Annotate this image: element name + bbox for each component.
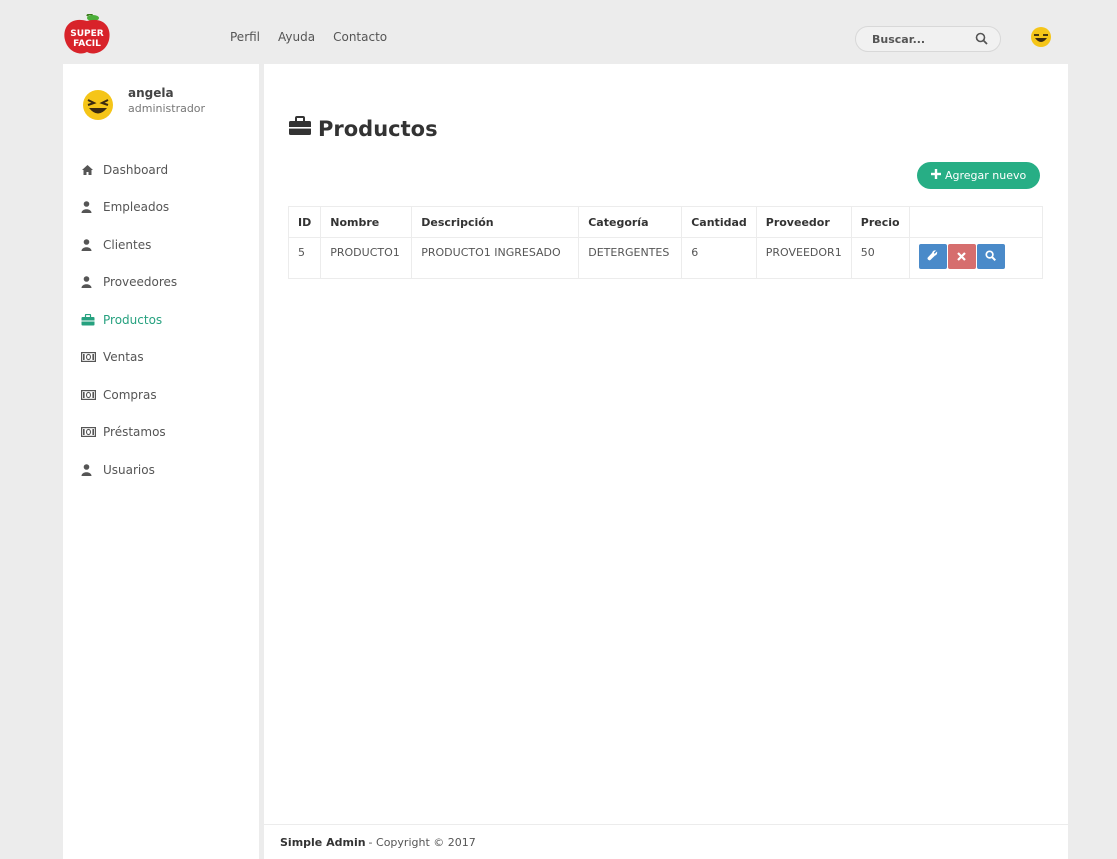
column-header: Nombre: [320, 206, 413, 238]
user-icon: [81, 201, 99, 214]
sidebar-item-label: Clientes: [103, 237, 152, 252]
money-icon: [81, 427, 99, 438]
svg-text:FACIL: FACIL: [73, 39, 101, 49]
search-icon: [985, 249, 997, 264]
column-header: Descripción: [411, 206, 580, 238]
top-bar: SUPER FACIL Perfil Ayuda Contacto: [0, 0, 1117, 64]
footer-copyright: - Copyright © 2017: [368, 835, 476, 849]
top-nav-perfil[interactable]: Perfil: [230, 30, 260, 44]
sidebar-item-compras[interactable]: Compras: [81, 376, 251, 414]
search-icon[interactable]: [975, 32, 988, 48]
column-header: Proveedor: [755, 206, 852, 238]
sidebar-item-ventas[interactable]: Ventas: [81, 339, 251, 377]
sidebar-item-dashboard[interactable]: Dashboard: [81, 151, 251, 189]
page-title-text: Productos: [318, 116, 438, 141]
sidebar-item-label: Productos: [103, 312, 163, 327]
sidebar-item-label: Ventas: [103, 350, 144, 365]
footer-brand: Simple Admin: [280, 835, 366, 849]
sidebar-menu: Dashboard Empleados Clientes Proveedores…: [81, 151, 251, 489]
user-role: administrador: [128, 102, 206, 115]
sidebar-item-label: Préstamos: [103, 425, 166, 440]
sidebar-item-label: Empleados: [103, 200, 170, 215]
money-icon: [81, 352, 99, 363]
sidebar-item-label: Compras: [103, 387, 157, 402]
briefcase-icon: [81, 313, 99, 326]
view-button[interactable]: [976, 244, 1005, 269]
user-icon: [81, 238, 99, 251]
laughing-face-icon: [81, 88, 115, 125]
sidebar-item-empleados[interactable]: Empleados: [81, 189, 251, 227]
column-header: ID: [287, 206, 322, 238]
sidebar-item-label: Proveedores: [103, 275, 178, 290]
cell-nombre: PRODUCTO1: [320, 237, 413, 279]
column-header: Cantidad: [681, 206, 757, 238]
cell-id: 5: [287, 237, 322, 279]
user-name: angela: [128, 86, 174, 100]
sidebar-item-proveedores[interactable]: Proveedores: [81, 264, 251, 302]
sidebar: angela administrador Dashboard Empleados…: [63, 64, 259, 859]
home-icon: [81, 164, 99, 176]
sidebar-item-productos[interactable]: Productos: [81, 301, 251, 339]
top-nav-ayuda[interactable]: Ayuda: [278, 30, 315, 44]
add-new-button[interactable]: Agregar nuevo: [917, 162, 1041, 189]
briefcase-icon: [288, 116, 318, 141]
top-nav-contacto[interactable]: Contacto: [333, 30, 387, 44]
cell-precio: 50: [850, 237, 910, 279]
cell-cantidad: 6: [681, 237, 757, 279]
table-row: 5 PRODUCTO1 PRODUCTO1 INGRESADO DETERGEN…: [287, 237, 1044, 279]
main-content: Productos Agregar nuevo ID Nombre Descri…: [264, 64, 1068, 859]
wrench-icon: [927, 249, 938, 264]
table-header-row: ID Nombre Descripción Categoría Cantidad…: [287, 206, 1044, 238]
column-header-actions: [908, 206, 1044, 238]
app-logo[interactable]: SUPER FACIL: [60, 13, 114, 54]
edit-button[interactable]: [918, 244, 947, 269]
cell-descripcion: PRODUCTO1 INGRESADO: [411, 237, 580, 279]
delete-button[interactable]: [947, 244, 976, 269]
column-header: Precio: [850, 206, 910, 238]
top-nav: Perfil Ayuda Contacto: [230, 30, 405, 44]
sidebar-item-label: Dashboard: [103, 162, 169, 177]
sidebar-item-usuarios[interactable]: Usuarios: [81, 451, 251, 489]
sidebar-item-label: Usuarios: [103, 462, 155, 477]
sidebar-item-prestamos[interactable]: Préstamos: [81, 414, 251, 452]
user-avatar-icon[interactable]: [1030, 26, 1052, 51]
search-input[interactable]: [856, 27, 966, 51]
plus-icon: [931, 169, 941, 182]
user-icon: [81, 276, 99, 289]
user-icon: [81, 463, 99, 476]
column-header: Categoría: [578, 206, 683, 238]
footer: Simple Admin - Copyright © 2017: [264, 824, 1068, 859]
products-table: ID Nombre Descripción Categoría Cantidad…: [287, 206, 1044, 279]
add-new-label: Agregar nuevo: [945, 169, 1027, 182]
page-title: Productos: [288, 116, 438, 141]
svg-text:SUPER: SUPER: [70, 29, 104, 39]
cell-actions: [908, 237, 1044, 279]
cell-proveedor: PROVEEDOR1: [755, 237, 852, 279]
sidebar-item-clientes[interactable]: Clientes: [81, 226, 251, 264]
cell-categoria: DETERGENTES: [578, 237, 683, 279]
money-icon: [81, 389, 99, 400]
close-icon: [957, 249, 966, 264]
search-box: [855, 26, 1001, 52]
